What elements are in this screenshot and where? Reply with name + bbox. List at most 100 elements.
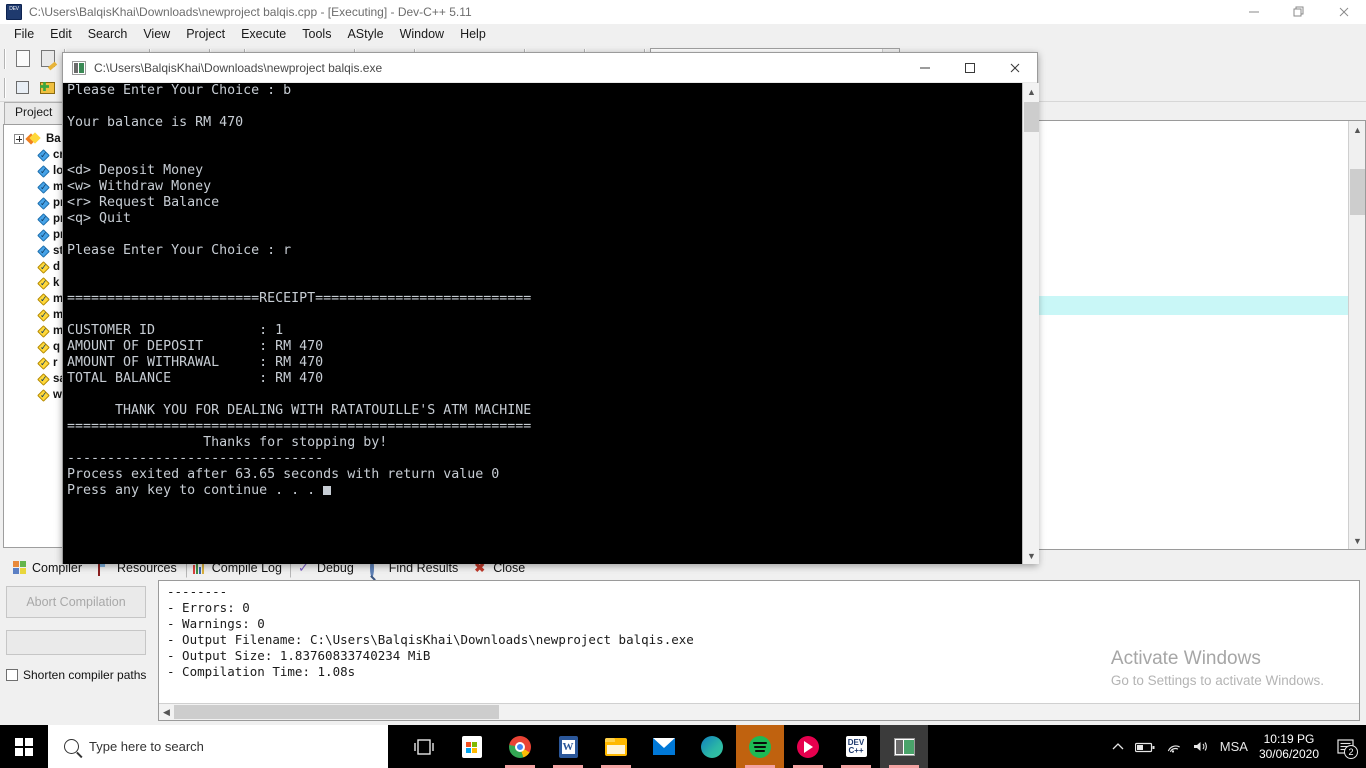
header-file-icon: ✓ <box>37 372 50 386</box>
tree-node-label: Ba <box>46 133 61 145</box>
compile-log-output[interactable]: -------- - Errors: 0 - Warnings: 0 - Out… <box>158 580 1360 721</box>
shorten-compiler-paths-row[interactable]: Shorten compiler paths <box>6 668 152 682</box>
microsoft-edge-icon[interactable] <box>688 725 736 768</box>
compiler-icon <box>13 561 27 575</box>
tree-item-label: q <box>53 341 61 353</box>
toolbar-separator <box>4 48 6 69</box>
header-file-icon: ✓ <box>37 308 50 322</box>
scroll-up-icon[interactable]: ▲ <box>1349 121 1366 138</box>
console-output-content: Please Enter Your Choice : b Your balanc… <box>67 83 532 498</box>
source-file-icon: ✓ <box>37 196 50 210</box>
compiler-panel-body: Abort Compilation Shorten compiler paths… <box>0 578 1366 725</box>
music-app-icon[interactable] <box>784 725 832 768</box>
console-title-text: C:\Users\BalqisKhai\Downloads\newproject… <box>94 60 383 75</box>
menu-execute[interactable]: Execute <box>233 25 294 43</box>
scroll-left-icon[interactable]: ◀ <box>159 705 174 720</box>
ide-restore-button[interactable] <box>1276 0 1321 24</box>
tree-item-label: r <box>53 357 58 369</box>
toolbar-separator <box>4 77 6 98</box>
console-cursor <box>323 486 332 495</box>
compile-log-horizontal-scrollbar[interactable]: ◀ <box>159 703 1359 720</box>
console-output-area[interactable]: Please Enter Your Choice : b Your balanc… <box>63 83 1039 564</box>
console-maximize-button[interactable] <box>947 53 992 83</box>
volume-icon[interactable] <box>1193 740 1209 753</box>
menu-file[interactable]: File <box>6 25 42 43</box>
dev-cpp-icon[interactable]: DEV C++ <box>832 725 880 768</box>
windows-start-icon[interactable] <box>0 725 48 768</box>
microsoft-word-icon[interactable]: W <box>544 725 592 768</box>
menu-help[interactable]: Help <box>452 25 494 43</box>
ide-close-button[interactable] <box>1321 0 1366 24</box>
taskbar-app-buttons: W DEV C++ <box>400 725 928 768</box>
ide-minimize-button[interactable] <box>1231 0 1276 24</box>
compile-log-scroll-thumb[interactable] <box>174 705 499 719</box>
microsoft-store-icon[interactable] <box>448 725 496 768</box>
ide-window-buttons <box>1231 0 1366 24</box>
console-window-icon[interactable] <box>880 725 928 768</box>
console-window[interactable]: C:\Users\BalqisKhai\Downloads\newproject… <box>62 52 1039 564</box>
source-file-icon: ✓ <box>37 244 50 258</box>
compiler-panel-sidebar: Abort Compilation Shorten compiler paths <box>0 578 158 725</box>
scroll-down-icon[interactable]: ▼ <box>1349 532 1366 549</box>
mail-icon[interactable] <box>640 725 688 768</box>
tab-project[interactable]: Project <box>4 102 64 124</box>
ide-titlebar: C:\Users\BalqisKhai\Downloads\newproject… <box>0 0 1366 24</box>
compile-progress-bar <box>6 630 146 655</box>
add-to-project-icon[interactable] <box>36 76 59 99</box>
source-file-icon: ✓ <box>37 148 50 162</box>
scroll-up-icon[interactable]: ▲ <box>1023 83 1039 100</box>
input-method-indicator[interactable]: MSA <box>1220 739 1248 754</box>
menu-project[interactable]: Project <box>178 25 233 43</box>
screen: C:\Users\BalqisKhai\Downloads\newproject… <box>0 0 1366 768</box>
header-file-icon: ✓ <box>37 276 50 290</box>
editor-vertical-scrollbar[interactable]: ▲ ▼ <box>1348 121 1365 549</box>
notification-center-icon[interactable]: 2 <box>1330 725 1360 768</box>
project-icon <box>25 131 43 145</box>
spotify-icon[interactable] <box>736 725 784 768</box>
toolbar-row-2 <box>0 73 60 102</box>
clock-date: 30/06/2020 <box>1258 746 1319 761</box>
menu-edit[interactable]: Edit <box>42 25 80 43</box>
task-view-icon[interactable] <box>400 725 448 768</box>
console-titlebar: C:\Users\BalqisKhai\Downloads\newproject… <box>63 53 1037 83</box>
battery-icon[interactable] <box>1134 741 1155 753</box>
search-placeholder: Type here to search <box>89 739 204 754</box>
compile-log-text: -------- - Errors: 0 - Warnings: 0 - Out… <box>167 584 694 679</box>
source-file-icon: ✓ <box>37 180 50 194</box>
console-icon <box>72 60 86 75</box>
file-explorer-icon[interactable] <box>592 725 640 768</box>
new-file-icon[interactable] <box>11 47 34 70</box>
new-project-icon[interactable] <box>11 76 34 99</box>
google-chrome-icon[interactable] <box>496 725 544 768</box>
header-file-icon: ✓ <box>37 388 50 402</box>
network-icon[interactable] <box>1166 741 1182 753</box>
tray-chevron-up-icon[interactable] <box>1112 742 1124 751</box>
console-vertical-scrollbar[interactable]: ▲ ▼ <box>1022 83 1039 564</box>
console-close-button[interactable] <box>992 53 1037 83</box>
menu-astyle[interactable]: AStyle <box>339 25 391 43</box>
taskbar-clock[interactable]: 10:19 PG 30/06/2020 <box>1259 732 1319 762</box>
windows-taskbar: Type here to search W DEV C++ MSA 10:19 … <box>0 725 1366 768</box>
console-minimize-button[interactable] <box>902 53 947 83</box>
devcpp-icon <box>6 4 22 20</box>
menu-view[interactable]: View <box>135 25 178 43</box>
menu-window[interactable]: Window <box>392 25 452 43</box>
scroll-down-icon[interactable]: ▼ <box>1023 547 1039 564</box>
open-file-icon[interactable] <box>36 47 59 71</box>
system-tray: MSA 10:19 PG 30/06/2020 2 <box>1112 725 1366 768</box>
console-scroll-thumb[interactable] <box>1024 102 1039 132</box>
editor-scroll-thumb[interactable] <box>1350 169 1365 215</box>
tree-item-label: k <box>53 277 60 289</box>
shorten-compiler-paths-checkbox[interactable] <box>6 669 18 681</box>
tree-item-label: w <box>53 389 62 401</box>
compiler-panel: Compiler Resources Compile Log ✓ Debug F… <box>0 556 1366 725</box>
taskbar-search-box[interactable]: Type here to search <box>48 725 388 768</box>
expand-icon[interactable] <box>14 134 24 144</box>
notification-badge: 2 <box>1344 745 1358 759</box>
abort-compilation-button[interactable]: Abort Compilation <box>6 586 146 618</box>
source-file-icon: ✓ <box>37 212 50 226</box>
search-icon <box>64 739 79 754</box>
source-file-icon: ✓ <box>37 228 50 242</box>
menu-tools[interactable]: Tools <box>294 25 339 43</box>
menu-search[interactable]: Search <box>80 25 136 43</box>
